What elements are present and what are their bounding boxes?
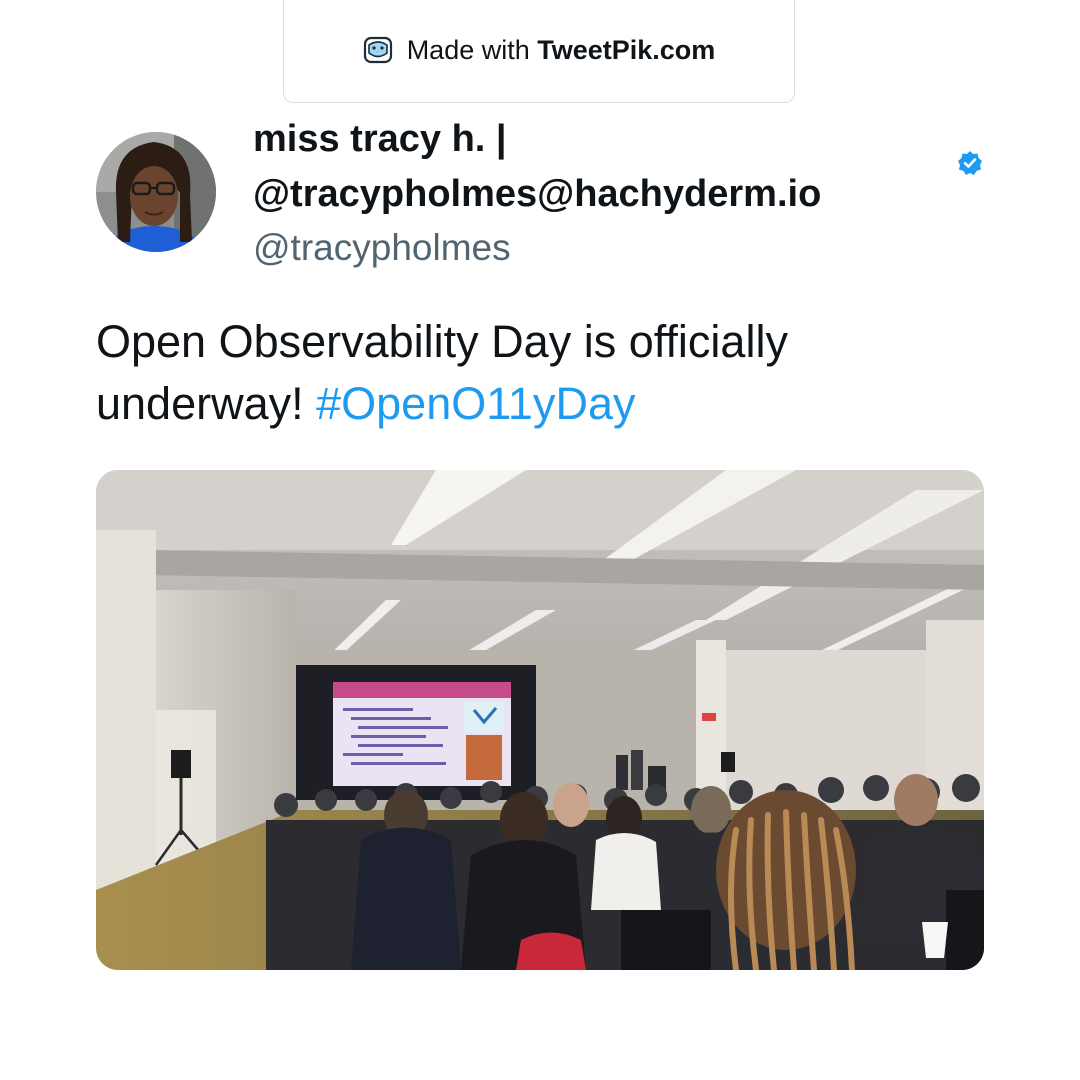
made-with-badge[interactable]: Made with TweetPik.com: [283, 0, 795, 103]
avatar[interactable]: [96, 132, 216, 252]
verified-badge-icon: [957, 150, 983, 176]
author-display-name[interactable]: miss tracy h. | @tracypholmes@hachyderm.…: [253, 112, 943, 222]
hashtag-link[interactable]: #OpenO11yDay: [316, 378, 635, 429]
tweetpik-brand: TweetPik.com: [537, 34, 716, 65]
made-with-prefix: Made with: [406, 34, 538, 65]
tweet-text: Open Observability Day is officially und…: [96, 311, 996, 435]
tweetpik-bird-icon: [363, 35, 393, 65]
author-handle[interactable]: @tracypholmes: [253, 222, 511, 274]
conference-room-image: [96, 470, 984, 970]
tweet-card: Made with TweetPik.com miss tracy h. | @…: [0, 0, 1080, 1080]
tweet-photo[interactable]: [96, 470, 984, 970]
made-with-text: Made with TweetPik.com: [407, 35, 716, 66]
